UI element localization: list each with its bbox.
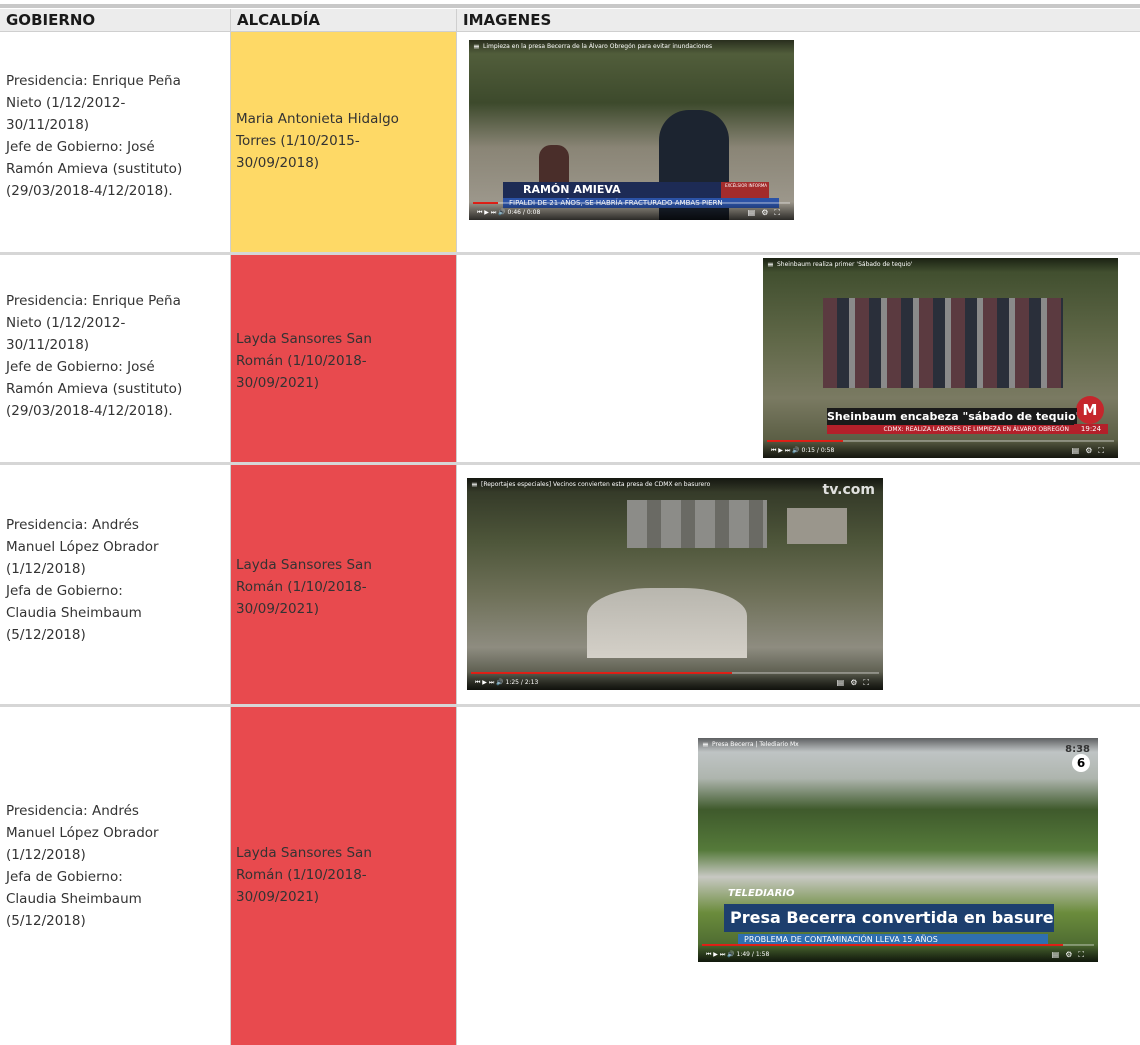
gobierno-line: Claudia Sheimbaum — [6, 605, 142, 621]
milenio-logo-icon: M — [1076, 396, 1104, 424]
video-controls[interactable]: ⏮ ▶ ⏭ 🔊 1:25 / 2:13 — [467, 672, 883, 690]
grid-vline-1 — [230, 9, 231, 1045]
video-title[interactable]: Presa Becerra | Telediario Mx — [698, 738, 1098, 752]
gobierno-cell-1[interactable]: Presidencia: Enrique Peña Nieto (1/12/20… — [6, 70, 224, 202]
gobierno-line: Jefa de Gobierno: — [6, 869, 123, 885]
channel-6-logo-icon: 6 — [1072, 754, 1090, 772]
video-settings-icons[interactable]: ▤⚙⛶ — [1052, 950, 1090, 960]
alcaldia-cell-2[interactable]: Layda Sansores San Román (1/10/2018- 30/… — [236, 328, 450, 394]
grid-vline-2 — [456, 9, 457, 1045]
gobierno-line: Nieto (1/12/2012- — [6, 315, 126, 331]
spreadsheet: GOBIERNO ALCALDÍA IMAGENES Presidencia: … — [0, 0, 1140, 1045]
alcaldia-line: Layda Sansores San — [236, 845, 372, 861]
video-player-3[interactable]: [Reportajes especiales] Vecinos conviert… — [467, 478, 883, 690]
grid-hline-3 — [0, 704, 1140, 707]
video-time: 1:49 / 1:58 — [736, 951, 770, 958]
video-settings-icons[interactable]: ▤⚙⛶ — [837, 678, 875, 688]
alcaldia-line: 30/09/2021) — [236, 375, 320, 391]
video-title[interactable]: Limpieza en la presa Becerra de la Álvar… — [469, 40, 794, 54]
video-title[interactable]: [Reportajes especiales] Vecinos conviert… — [467, 478, 883, 492]
header-gobierno[interactable]: GOBIERNO — [0, 9, 230, 31]
grid-hline-header — [0, 31, 1140, 32]
gobierno-line: Presidencia: Enrique Peña — [6, 293, 181, 309]
news-ticker: CDMX: REALIZA LABORES DE LIMPIEZA EN ÁLV… — [827, 425, 1077, 434]
gobierno-line: Claudia Sheimbaum — [6, 891, 142, 907]
gobierno-line: (1/12/2018) — [6, 847, 86, 863]
gobierno-line: (5/12/2018) — [6, 627, 86, 643]
lower-third: RAMÓN AMIEVA — [503, 182, 753, 198]
gobierno-cell-4[interactable]: Presidencia: Andrés Manuel López Obrador… — [6, 800, 224, 932]
gobierno-line: Jefa de Gobierno: — [6, 583, 123, 599]
alcaldia-cell-4[interactable]: Layda Sansores San Román (1/10/2018- 30/… — [236, 842, 450, 908]
network-badge: EXCÉLSIOR INFORMA — [721, 182, 769, 198]
gobierno-line: (29/03/2018-4/12/2018). — [6, 403, 173, 419]
gobierno-line: Presidencia: Andrés — [6, 803, 139, 819]
alcaldia-line: Román (1/10/2018- — [236, 579, 367, 595]
header-imagenes[interactable]: IMAGENES — [457, 9, 1140, 31]
header-alcaldia[interactable]: ALCALDÍA — [231, 9, 456, 31]
alcaldia-line: Torres (1/10/2015- — [236, 133, 360, 149]
gobierno-line: 30/11/2018) — [6, 337, 90, 353]
alcaldia-line: Román (1/10/2018- — [236, 867, 367, 883]
alcaldia-cell-1[interactable]: Maria Antonieta Hidalgo Torres (1/10/201… — [236, 108, 450, 174]
video-controls[interactable]: ⏮ ▶ ⏭ 🔊 0:46 / 0:08 — [469, 202, 794, 220]
video-time: 0:46 / 0:08 — [507, 209, 541, 216]
gobierno-line: Presidencia: Andrés — [6, 517, 139, 533]
alcaldia-line: Maria Antonieta Hidalgo — [236, 111, 399, 127]
gobierno-line: Jefe de Gobierno: José — [6, 359, 155, 375]
gobierno-line: Jefe de Gobierno: José — [6, 139, 155, 155]
header-row: GOBIERNO ALCALDÍA IMAGENES — [0, 0, 1140, 32]
alcaldia-cell-3[interactable]: Layda Sansores San Román (1/10/2018- 30/… — [236, 554, 450, 620]
gobierno-cell-2[interactable]: Presidencia: Enrique Peña Nieto (1/12/20… — [6, 290, 224, 422]
video-controls[interactable]: ⏮ ▶ ⏭ 🔊 0:15 / 0:58 — [763, 440, 1118, 458]
video-time: 1:25 / 2:13 — [505, 679, 539, 686]
garbage-pile — [587, 588, 747, 658]
alcaldia-line: 30/09/2021) — [236, 889, 320, 905]
grid-hline-2 — [0, 462, 1140, 465]
buildings — [627, 500, 767, 548]
gobierno-line: Ramón Amieva (sustituto) — [6, 381, 183, 397]
building — [787, 508, 847, 544]
alcaldia-line: Layda Sansores San — [236, 557, 372, 573]
alcaldia-line: 30/09/2021) — [236, 601, 320, 617]
gobierno-line: Manuel López Obrador — [6, 825, 159, 841]
video-title[interactable]: Sheinbaum realiza primer 'Sábado de tequ… — [763, 258, 1118, 272]
video-settings-icons[interactable]: ▤⚙⛶ — [1072, 446, 1110, 456]
crowd — [823, 298, 1063, 388]
gobierno-line: 30/11/2018) — [6, 117, 90, 133]
alcaldia-line: Layda Sansores San — [236, 331, 372, 347]
gobierno-line: Manuel López Obrador — [6, 539, 159, 555]
header-top-border — [0, 4, 1140, 8]
brand-label: TELEDIARIO — [728, 888, 795, 899]
video-player-4[interactable]: Presa Becerra | Telediario Mx 8:38 6 TEL… — [698, 738, 1098, 962]
gobierno-line: Ramón Amieva (sustituto) — [6, 161, 183, 177]
video-time: 0:15 / 0:58 — [801, 447, 835, 454]
video-controls[interactable]: ⏮ ▶ ⏭ 🔊 1:49 / 1:58 — [698, 944, 1098, 962]
gobierno-line: Presidencia: Enrique Peña — [6, 73, 181, 89]
gobierno-line: (5/12/2018) — [6, 913, 86, 929]
video-settings-icons[interactable]: ▤⚙⛶ — [748, 208, 786, 218]
grid-hline-1 — [0, 252, 1140, 255]
clock: 19:24 — [1074, 424, 1108, 434]
gobierno-cell-3[interactable]: Presidencia: Andrés Manuel López Obrador… — [6, 514, 224, 646]
lower-third: Sheinbaum encabeza "sábado de tequio" — [827, 408, 1077, 425]
gobierno-line: Nieto (1/12/2012- — [6, 95, 126, 111]
video-player-1[interactable]: Limpieza en la presa Becerra de la Álvar… — [469, 40, 794, 220]
gobierno-line: (29/03/2018-4/12/2018). — [6, 183, 173, 199]
video-player-2[interactable]: Sheinbaum realiza primer 'Sábado de tequ… — [763, 258, 1118, 458]
alcaldia-line: 30/09/2018) — [236, 155, 320, 171]
gobierno-line: (1/12/2018) — [6, 561, 86, 577]
lower-third: Presa Becerra convertida en basurero — [724, 904, 1054, 932]
alcaldia-line: Román (1/10/2018- — [236, 353, 367, 369]
watermark: tv.com — [822, 482, 876, 498]
